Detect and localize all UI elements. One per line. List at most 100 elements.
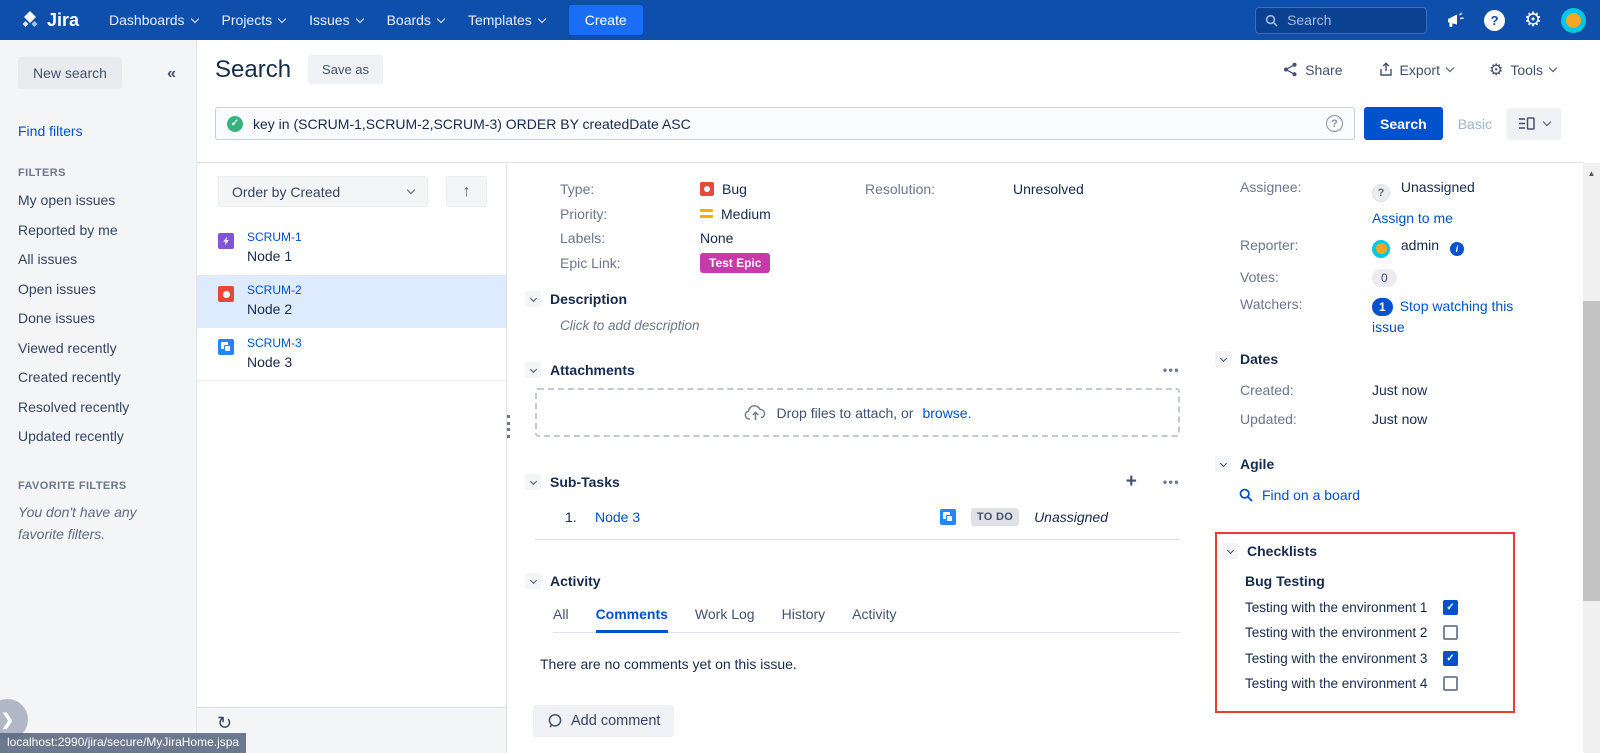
tab-comments[interactable]: Comments	[596, 606, 668, 622]
order-by-select[interactable]: Order by Created	[218, 176, 428, 207]
story-type-icon	[218, 233, 234, 249]
nav-issues[interactable]: Issues	[297, 0, 374, 40]
issue-key-link[interactable]: SCRUM-1	[247, 230, 506, 244]
dropzone-text: Drop files to attach, or	[777, 405, 914, 421]
pane-resize-handle[interactable]	[507, 415, 510, 438]
sidebar-item-updated-recently[interactable]: Updated recently	[18, 422, 178, 452]
collapse-section-icon[interactable]	[525, 362, 541, 378]
share-label: Share	[1305, 62, 1342, 78]
sort-direction-button[interactable]: ↑	[446, 176, 487, 207]
status-url-tooltip: localhost:2990/jira/secure/MyJiraHome.js…	[0, 733, 246, 753]
refresh-icon[interactable]: ↻	[217, 713, 232, 733]
basic-mode-link[interactable]: Basic	[1458, 116, 1492, 132]
new-search-button[interactable]: New search	[18, 57, 122, 89]
search-icon	[1239, 488, 1253, 502]
tab-work-log[interactable]: Work Log	[695, 606, 755, 622]
tab-all[interactable]: All	[553, 606, 569, 622]
comment-bubble-icon	[547, 713, 563, 729]
sidebar-item-reported-by-me[interactable]: Reported by me	[18, 216, 178, 246]
issue-summary: Node 3	[247, 354, 506, 370]
sidebar-item-my-open-issues[interactable]: My open issues	[18, 186, 178, 216]
scrollbar-thumb[interactable]	[1583, 301, 1600, 601]
attachment-dropzone[interactable]: Drop files to attach, or browse.	[535, 388, 1180, 437]
browse-link[interactable]: browse.	[922, 405, 971, 421]
collapse-section-icon[interactable]	[1215, 456, 1231, 472]
checklist-checkbox[interactable]	[1443, 600, 1458, 615]
find-on-board-link[interactable]: Find on a board	[1210, 487, 1532, 503]
votes-badge[interactable]: 0	[1372, 269, 1397, 287]
epic-badge[interactable]: Test Epic	[700, 253, 770, 273]
sidebar-item-viewed-recently[interactable]: Viewed recently	[18, 334, 178, 364]
checklist-item: Testing with the environment 1	[1245, 600, 1513, 615]
create-button[interactable]: Create	[569, 5, 643, 35]
sidebar-item-created-recently[interactable]: Created recently	[18, 363, 178, 393]
jira-logo[interactable]: Jira	[20, 10, 79, 31]
collapse-section-icon[interactable]	[525, 474, 541, 490]
collapse-section-icon[interactable]	[1222, 543, 1238, 559]
nav-projects[interactable]: Projects	[210, 0, 298, 40]
settings-gear-icon[interactable]: ⚙	[1524, 10, 1542, 30]
issue-row-scrum-1[interactable]: SCRUM-1 Node 1	[197, 222, 506, 275]
dates-group: Dates Created: Just now Updated: Just no…	[1210, 351, 1532, 427]
watchers-badge[interactable]: 1	[1372, 298, 1393, 316]
subtask-assignee: Unassigned	[1034, 509, 1108, 525]
stop-watching-link[interactable]: Stop watching this issue	[1372, 298, 1513, 335]
collapse-sidebar-icon[interactable]: «	[167, 65, 176, 83]
checklist-item-label: Testing with the environment 3	[1245, 651, 1443, 666]
nav-issues-label: Issues	[309, 12, 349, 28]
issue-key-link[interactable]: SCRUM-3	[247, 336, 506, 350]
save-as-button[interactable]: Save as	[308, 55, 383, 84]
sidebar-item-all-issues[interactable]: All issues	[18, 245, 178, 275]
issue-summary: Node 2	[247, 301, 506, 317]
checklists-heading: Checklists	[1247, 543, 1317, 559]
cloud-upload-icon	[744, 404, 768, 421]
assign-to-me-link[interactable]: Assign to me	[1372, 210, 1475, 226]
tab-history[interactable]: History	[782, 606, 826, 622]
chevron-down-icon	[437, 14, 445, 22]
updated-label: Updated:	[1240, 411, 1372, 427]
type-label: Type:	[560, 181, 700, 197]
help-icon[interactable]: ?	[1484, 10, 1505, 31]
add-subtask-icon[interactable]: +	[1126, 471, 1137, 493]
checklist-checkbox[interactable]	[1443, 651, 1458, 666]
top-navigation-bar: Jira Dashboards Projects Issues Boards T…	[0, 0, 1600, 40]
app-body: New search « Find filters FILTERS My ope…	[0, 40, 1600, 753]
sidebar-item-open-issues[interactable]: Open issues	[18, 275, 178, 305]
export-button[interactable]: Export	[1379, 62, 1453, 78]
layout-switcher-button[interactable]	[1507, 108, 1561, 140]
tools-button[interactable]: ⚙ Tools	[1489, 60, 1556, 80]
tab-activity[interactable]: Activity	[852, 606, 896, 622]
scrollbar-up-icon[interactable]: ▲	[1583, 163, 1600, 178]
checklist-checkbox[interactable]	[1443, 625, 1458, 640]
vertical-scrollbar[interactable]: ▲	[1583, 163, 1600, 753]
find-filters-link[interactable]: Find filters	[18, 123, 178, 139]
sidebar-item-resolved-recently[interactable]: Resolved recently	[18, 393, 178, 423]
global-search-input[interactable]: Search	[1255, 7, 1427, 34]
collapse-section-icon[interactable]	[525, 573, 541, 589]
jira-logo-icon	[20, 10, 40, 30]
collapse-section-icon[interactable]	[525, 291, 541, 307]
issue-row-scrum-3[interactable]: SCRUM-3 Node 3	[197, 328, 506, 381]
jql-query-input[interactable]: ✓ key in (SCRUM-1,SCRUM-2,SCRUM-3) ORDER…	[215, 107, 1355, 140]
checklist-checkbox[interactable]	[1443, 676, 1458, 691]
search-button[interactable]: Search	[1364, 107, 1443, 140]
nav-templates[interactable]: Templates	[456, 0, 557, 40]
megaphone-icon[interactable]	[1446, 12, 1465, 29]
info-icon[interactable]: i	[1450, 242, 1464, 256]
share-button[interactable]: Share	[1283, 62, 1342, 78]
subtask-link[interactable]: Node 3	[595, 509, 640, 525]
nav-boards[interactable]: Boards	[375, 0, 456, 40]
attachments-more-icon[interactable]: •••	[1163, 363, 1180, 377]
jql-valid-icon: ✓	[227, 116, 243, 132]
issue-row-scrum-2[interactable]: SCRUM-2 Node 2	[197, 275, 506, 328]
nav-dashboards[interactable]: Dashboards	[97, 0, 210, 40]
issue-key-link[interactable]: SCRUM-2	[247, 283, 506, 297]
subtasks-more-icon[interactable]: •••	[1163, 475, 1180, 489]
share-icon	[1283, 62, 1298, 77]
add-comment-button[interactable]: Add comment	[533, 705, 674, 737]
jql-help-icon[interactable]: ?	[1326, 115, 1343, 132]
subtask-type-icon	[218, 339, 234, 355]
user-avatar[interactable]	[1561, 8, 1586, 33]
sidebar-item-done-issues[interactable]: Done issues	[18, 304, 178, 334]
collapse-section-icon[interactable]	[1215, 351, 1231, 367]
